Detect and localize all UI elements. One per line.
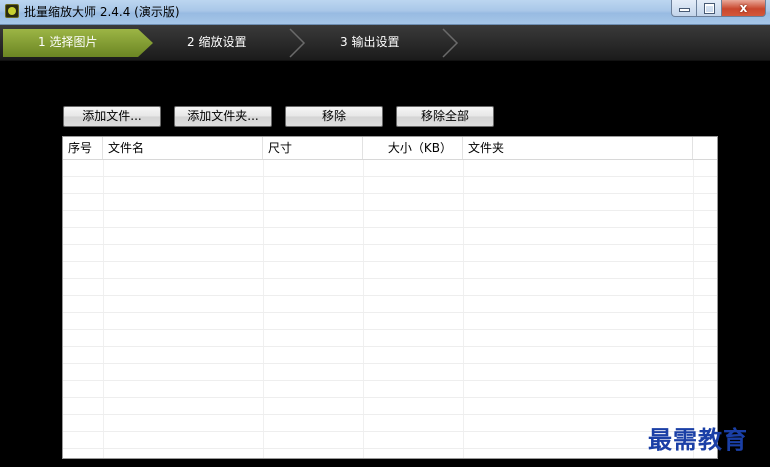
table-row (63, 160, 717, 177)
file-list-table[interactable]: 序号 文件名 尺寸 大小（KB） 文件夹 (62, 136, 718, 459)
table-row (63, 381, 717, 398)
table-header: 序号 文件名 尺寸 大小（KB） 文件夹 (63, 137, 717, 160)
maximize-button[interactable] (697, 0, 722, 17)
step-chevron-icon (289, 28, 306, 58)
column-header-spacer (693, 137, 717, 159)
table-row (63, 330, 717, 347)
window-controls: x (671, 0, 766, 18)
table-row (63, 194, 717, 211)
table-row (63, 279, 717, 296)
table-row (63, 449, 717, 458)
close-icon: x (739, 1, 748, 15)
table-row (63, 228, 717, 245)
step-output-settings[interactable]: 3 输出设置 (340, 33, 399, 50)
watermark-text: 最需教育 (648, 425, 748, 454)
table-body (63, 160, 717, 458)
column-header-index[interactable]: 序号 (63, 137, 103, 159)
title-bar: 批量缩放大师 2.4.4 (演示版) x (0, 0, 770, 25)
table-row (63, 262, 717, 279)
column-header-dimensions[interactable]: 尺寸 (263, 137, 363, 159)
table-row (63, 313, 717, 330)
add-file-button[interactable]: 添加文件... (63, 106, 161, 127)
step-chevron-icon (442, 28, 459, 58)
add-folder-button[interactable]: 添加文件夹... (174, 106, 272, 127)
table-row (63, 347, 717, 364)
table-row (63, 245, 717, 262)
step-select-images[interactable]: 1 选择图片 (38, 33, 97, 50)
column-header-folder[interactable]: 文件夹 (463, 137, 693, 159)
table-row (63, 398, 717, 415)
minimize-button[interactable] (671, 0, 697, 17)
remove-button[interactable]: 移除 (285, 106, 383, 127)
app-logo-icon (5, 4, 19, 18)
table-row (63, 211, 717, 228)
table-row (63, 296, 717, 313)
column-header-size[interactable]: 大小（KB） (363, 137, 463, 159)
step-bar: 1 选择图片 2 缩放设置 3 输出设置 (0, 25, 770, 61)
table-row (63, 177, 717, 194)
column-header-filename[interactable]: 文件名 (103, 137, 263, 159)
table-row (63, 364, 717, 381)
remove-all-button[interactable]: 移除全部 (396, 106, 494, 127)
close-button[interactable]: x (722, 0, 766, 17)
window-title: 批量缩放大师 2.4.4 (演示版) (24, 5, 180, 19)
step-resize-settings[interactable]: 2 缩放设置 (187, 33, 246, 50)
table-row (63, 432, 717, 449)
table-row (63, 415, 717, 432)
